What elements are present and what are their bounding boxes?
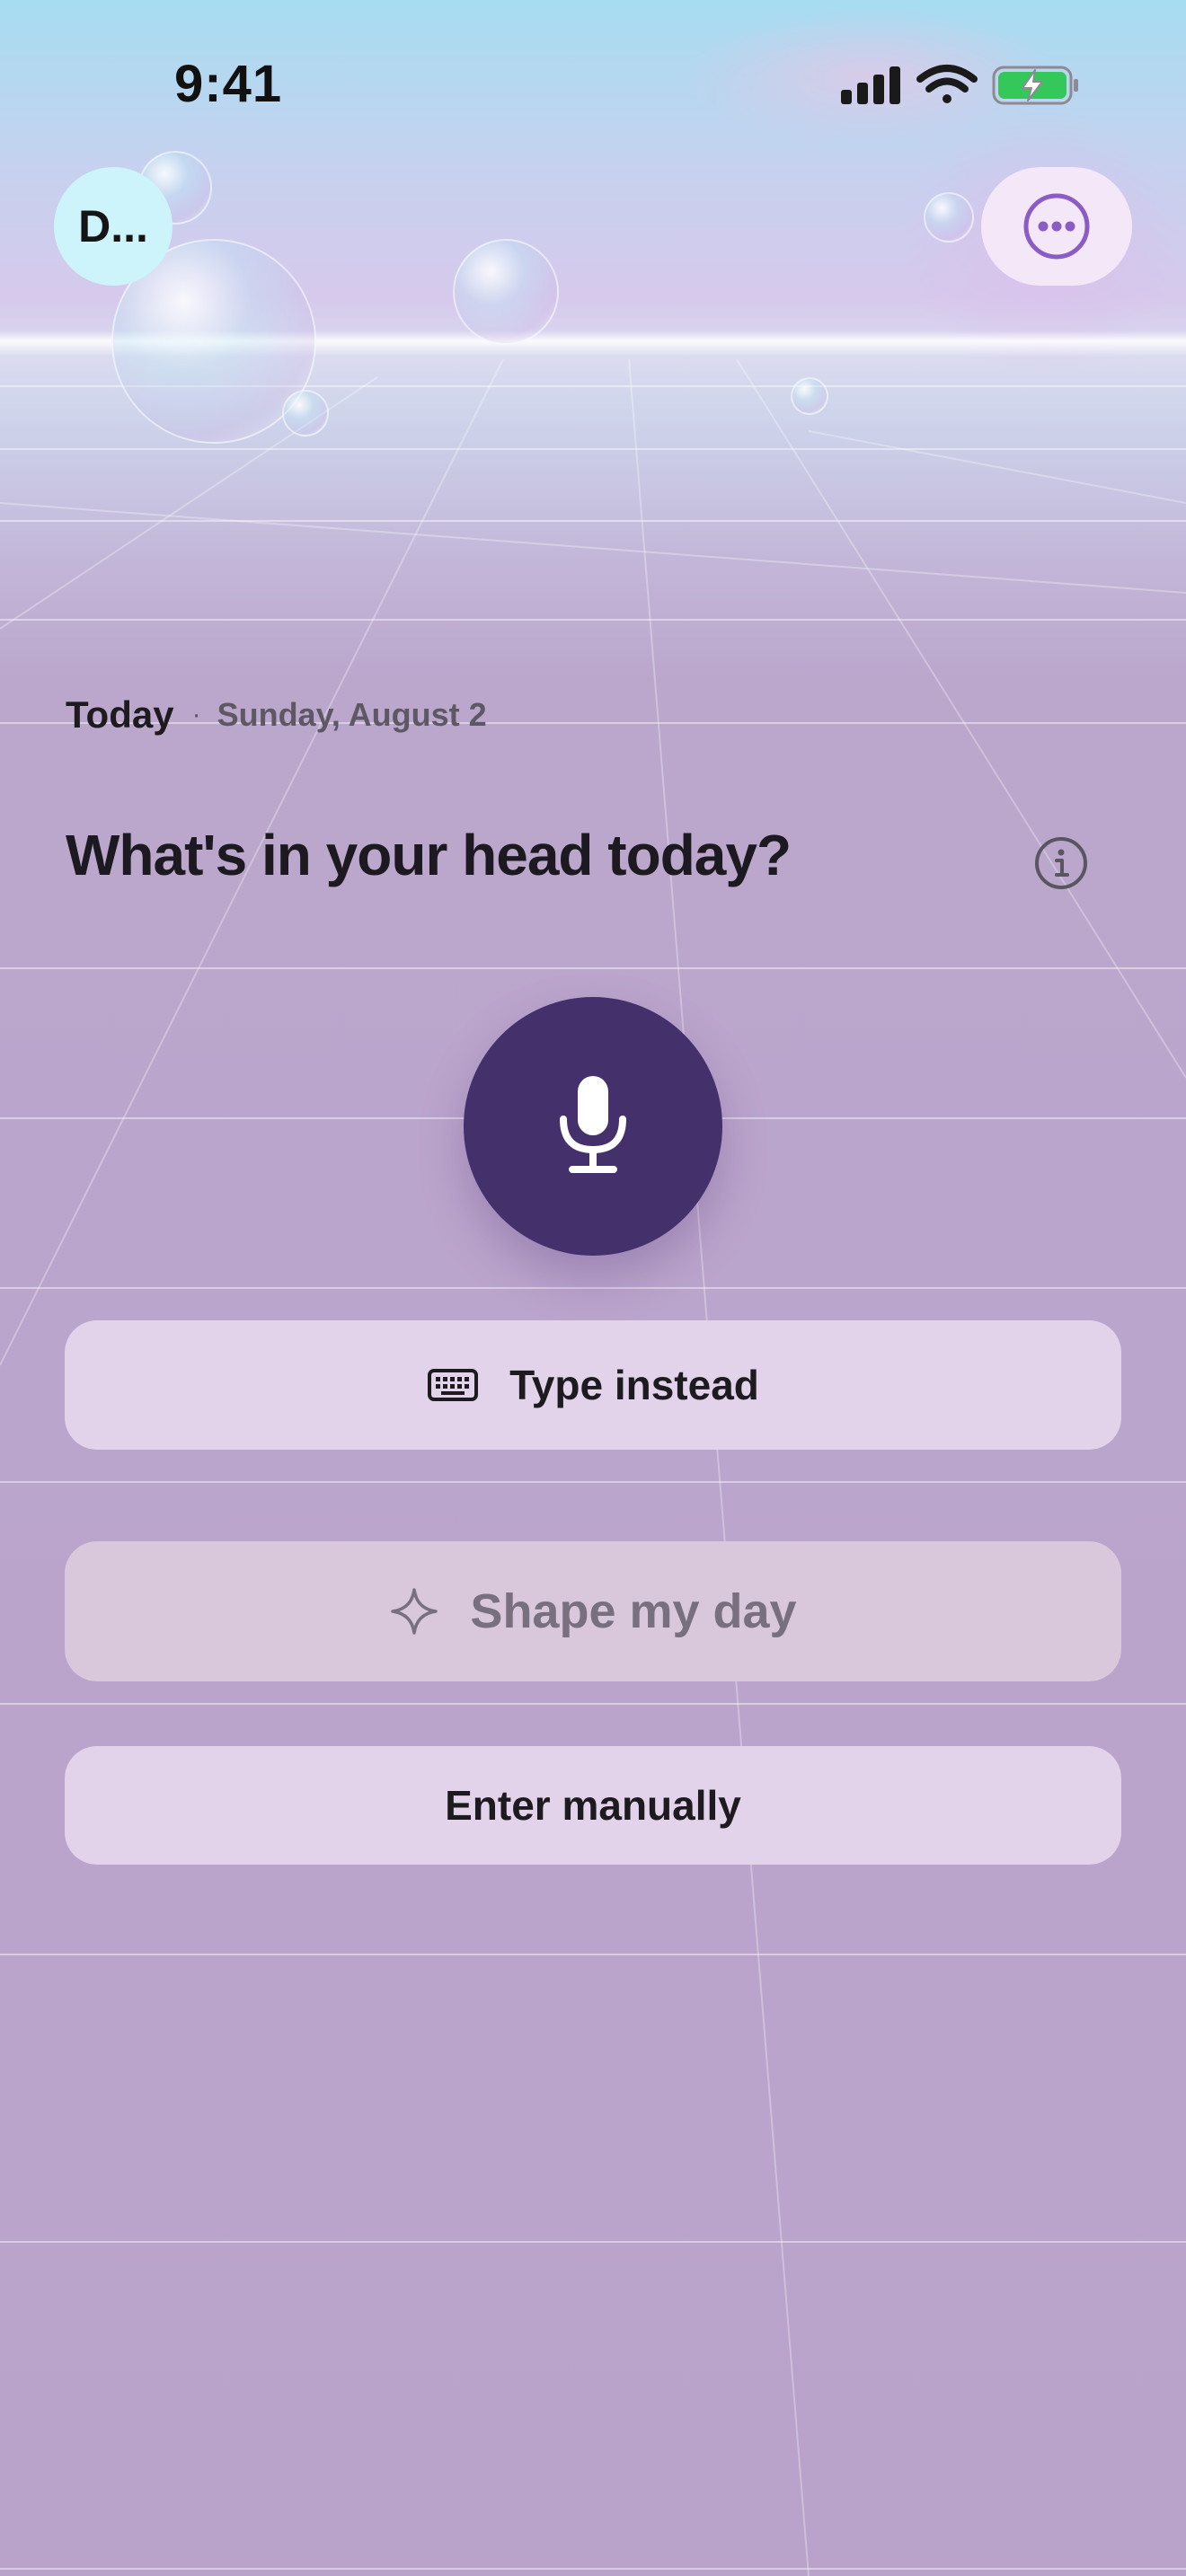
bubble-decoration [453,239,559,345]
keyboard-icon [427,1368,479,1402]
more-options-button[interactable] [981,167,1132,286]
shape-my-day-label: Shape my day [470,1584,797,1638]
bubble-decoration [791,377,828,415]
today-label: Today [66,693,174,736]
wifi-icon [916,65,978,103]
date-separator: · [191,700,201,729]
avatar-label: D... [78,201,148,251]
sparkle-icon [389,1586,439,1636]
cellular-signal-icon [841,66,900,104]
shape-my-day-button[interactable]: Shape my day [65,1541,1121,1681]
status-icons [841,65,1078,105]
bubble-decoration [924,192,974,243]
battery-charging-icon [992,66,1078,105]
info-button[interactable] [1031,834,1091,893]
page-title: What's in your head today? [66,823,792,887]
info-icon [1035,837,1087,889]
type-instead-button[interactable]: Type instead [65,1320,1121,1450]
enter-manually-label: Enter manually [445,1782,741,1829]
full-date: Sunday, August 2 [217,696,487,733]
status-time: 9:41 [174,55,283,113]
bubble-decoration [282,390,329,437]
date-row: Today · Sunday, August 2 [66,688,487,742]
type-instead-label: Type instead [509,1362,759,1408]
record-voice-button[interactable] [464,997,722,1256]
avatar-button[interactable]: D... [54,167,173,286]
background-scene [0,0,1186,2576]
ellipsis-circle-icon [1023,193,1090,260]
enter-manually-button[interactable]: Enter manually [65,1746,1121,1865]
microphone-icon [560,1076,626,1173]
